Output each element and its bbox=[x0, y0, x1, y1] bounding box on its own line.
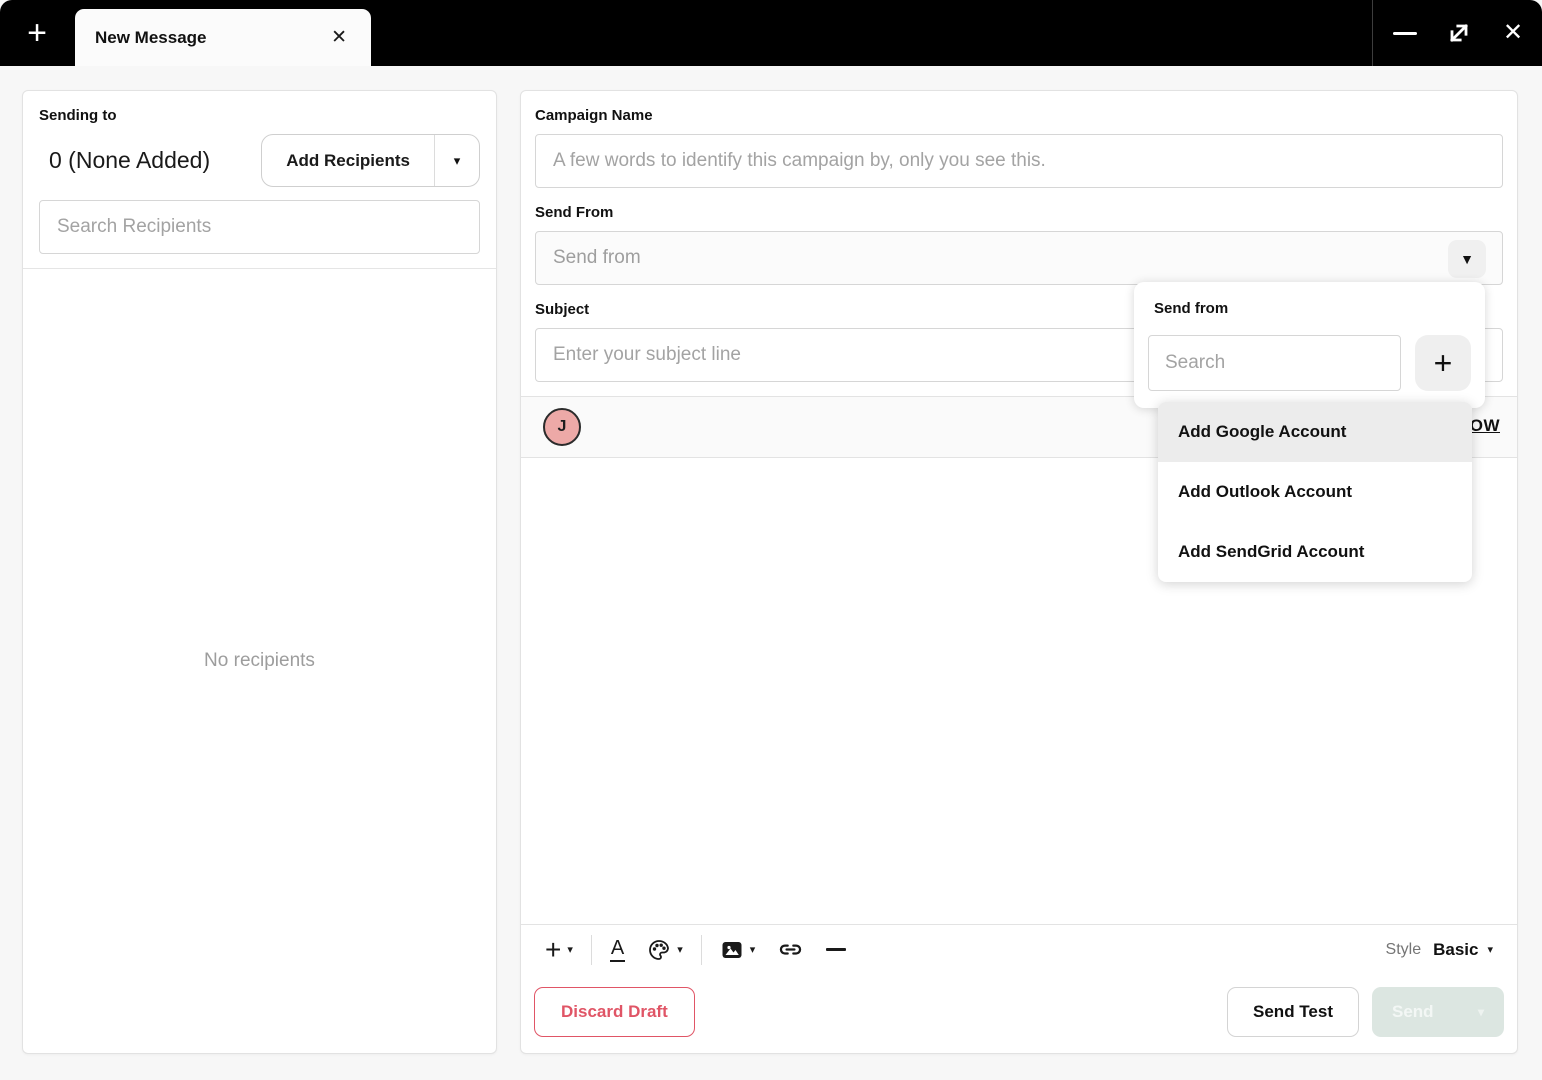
controls-separator bbox=[1372, 0, 1373, 66]
avatar-initial: J bbox=[557, 418, 567, 435]
send-button-label: Send bbox=[1392, 1002, 1434, 1021]
tab-new-message[interactable]: New Message ✕ bbox=[75, 9, 371, 66]
style-value: Basic bbox=[1433, 939, 1479, 959]
link-icon bbox=[780, 944, 802, 955]
image-icon bbox=[722, 941, 742, 958]
theme-color-button[interactable]: ▾ bbox=[641, 934, 689, 966]
window-controls: ✕ bbox=[1390, 0, 1528, 66]
avatar[interactable]: J bbox=[543, 408, 581, 446]
send-test-button[interactable]: Send Test bbox=[1227, 987, 1359, 1037]
send-from-popup-title: Send from bbox=[1154, 300, 1229, 317]
recipients-panel-header: Sending to 0 (None Added) Add Recipients… bbox=[23, 91, 496, 269]
menu-item-add-google-account[interactable]: Add Google Account bbox=[1158, 402, 1472, 462]
close-icon: ✕ bbox=[1502, 19, 1524, 46]
no-recipients-text: No recipients bbox=[204, 650, 315, 671]
plus-icon: + bbox=[545, 933, 562, 965]
minimize-icon bbox=[1393, 31, 1417, 35]
sending-to-label: Sending to bbox=[39, 107, 117, 124]
window-close-button[interactable]: ✕ bbox=[1498, 18, 1528, 48]
insert-image-button[interactable]: ▾ bbox=[714, 934, 762, 966]
horizontal-rule-button[interactable] bbox=[820, 944, 852, 955]
minimize-button[interactable] bbox=[1390, 18, 1420, 48]
campaign-name-label: Campaign Name bbox=[535, 107, 653, 124]
tab-title: New Message bbox=[95, 27, 207, 47]
send-from-popup-menu: Add Google Account Add Outlook Account A… bbox=[1158, 402, 1472, 582]
recipient-count: 0 (None Added) bbox=[49, 147, 211, 173]
insert-button[interactable]: + ▾ bbox=[539, 932, 579, 968]
add-account-button[interactable]: + bbox=[1415, 335, 1471, 391]
palette-icon bbox=[649, 939, 670, 960]
editor-toolbar: + ▾ A ▾ ▾ Style Basic ▾ bbox=[521, 924, 1517, 974]
maximize-button[interactable] bbox=[1444, 18, 1474, 48]
send-button[interactable]: Send ▾ bbox=[1372, 987, 1504, 1037]
partial-link[interactable]: OW bbox=[1470, 416, 1500, 436]
text-format-button[interactable]: A bbox=[604, 933, 631, 966]
chevron-down-icon: ▾ bbox=[1477, 1005, 1484, 1019]
chevron-down-icon: ▾ bbox=[567, 944, 573, 956]
plus-icon: + bbox=[27, 14, 47, 52]
send-from-placeholder: Send from bbox=[553, 247, 641, 268]
send-from-label: Send From bbox=[535, 204, 614, 221]
send-from-search-input[interactable] bbox=[1148, 335, 1401, 391]
close-icon: ✕ bbox=[331, 27, 347, 48]
compose-footer: Discard Draft Send Test Send ▾ bbox=[521, 974, 1517, 1053]
insert-link-button[interactable] bbox=[771, 932, 810, 967]
campaign-name-input[interactable] bbox=[535, 134, 1503, 188]
toolbar-divider bbox=[700, 934, 702, 965]
add-recipients-dropdown-toggle[interactable]: ▾ bbox=[434, 135, 479, 186]
top-bar: + New Message ✕ ✕ bbox=[0, 0, 1542, 66]
chevron-down-icon: ▼ bbox=[1460, 251, 1474, 267]
style-selector[interactable]: Basic ▾ bbox=[1433, 940, 1493, 960]
tab-close-button[interactable]: ✕ bbox=[327, 24, 351, 51]
discard-draft-button[interactable]: Discard Draft bbox=[534, 987, 695, 1037]
chevron-down-icon: ▾ bbox=[749, 944, 756, 956]
send-from-popup: Send from + bbox=[1134, 282, 1485, 408]
chevron-down-icon: ▾ bbox=[1487, 944, 1493, 956]
plus-icon: + bbox=[1433, 345, 1453, 381]
minus-icon bbox=[826, 948, 847, 951]
add-recipients-label: Add Recipients bbox=[286, 150, 410, 170]
menu-item-add-sendgrid-account[interactable]: Add SendGrid Account bbox=[1158, 522, 1472, 582]
menu-item-add-outlook-account[interactable]: Add Outlook Account bbox=[1158, 462, 1472, 522]
recipients-empty-state: No recipients bbox=[23, 269, 496, 1053]
send-from-select[interactable]: Send from ▼ bbox=[535, 231, 1503, 285]
search-recipients-input[interactable] bbox=[39, 200, 480, 254]
add-recipients-button[interactable]: Add Recipients ▾ bbox=[261, 134, 480, 187]
recipients-panel: Sending to 0 (None Added) Add Recipients… bbox=[22, 90, 497, 1054]
send-from-dropdown-button[interactable]: ▼ bbox=[1448, 240, 1486, 278]
expand-icon bbox=[1450, 24, 1468, 42]
chevron-down-icon: ▾ bbox=[453, 152, 461, 168]
chevron-down-icon: ▾ bbox=[677, 944, 683, 956]
style-label: Style bbox=[1385, 940, 1422, 958]
text-color-icon: A bbox=[609, 937, 626, 962]
toolbar-divider bbox=[590, 934, 592, 965]
new-tab-button[interactable]: + bbox=[18, 14, 56, 52]
